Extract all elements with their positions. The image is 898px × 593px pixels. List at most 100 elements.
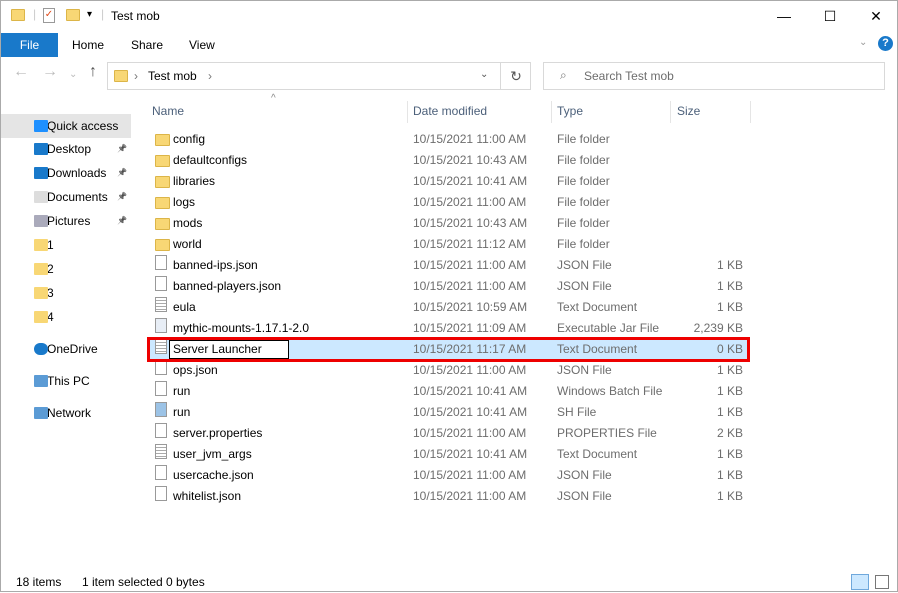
file-row[interactable]: world 10/15/2021 11:12 AM File folder — [147, 234, 747, 255]
file-name: world — [173, 237, 202, 251]
file-file-icon — [155, 486, 167, 501]
file-row[interactable]: whitelist.json 10/15/2021 11:00 AM JSON Fi… — [147, 486, 747, 507]
minimize-button[interactable]: — — [761, 1, 807, 33]
text-file-icon — [155, 297, 167, 312]
file-name: config — [173, 132, 206, 146]
file-row[interactable]: eula 10/15/2021 10:59 AM Text Document 1 KB — [147, 297, 747, 318]
column-header-type[interactable]: Type — [557, 101, 583, 121]
file-row[interactable]: mods 10/15/2021 10:43 AM File folder — [147, 213, 747, 234]
sidebar-item-this-pc[interactable]: This PC — [1, 369, 131, 393]
help-icon[interactable]: ? — [878, 36, 893, 51]
file-date: 10/15/2021 11:00 AM — [413, 132, 527, 146]
file-row[interactable]: defaultconfigs 10/15/2021 10:43 AM File fo… — [147, 150, 747, 171]
column-divider[interactable] — [407, 101, 408, 123]
sidebar-item-4[interactable]: 4 — [1, 305, 131, 329]
sidebar-item-1[interactable]: 1 — [1, 233, 131, 257]
sidebar-item-desktop[interactable]: Desktop 📌 — [1, 137, 131, 161]
sidebar-item-documents[interactable]: Documents 📌 — [1, 185, 131, 209]
file-date: 10/15/2021 10:43 AM — [413, 153, 528, 167]
file-size: 1 KB — [716, 279, 743, 293]
search-placeholder: Search Test mob — [584, 69, 674, 83]
search-input[interactable]: ⌕ Search Test mob — [543, 62, 885, 90]
file-size: 2 KB — [716, 426, 743, 440]
sidebar-item-3[interactable]: 3 — [1, 281, 131, 305]
address-bar[interactable]: › Test mob › ⌄ ↻ — [107, 62, 531, 90]
folder-icon — [114, 70, 128, 82]
tab-home[interactable]: Home — [72, 33, 104, 57]
pin-icon[interactable]: 📌 — [117, 209, 127, 233]
details-view-button[interactable] — [851, 574, 869, 590]
up-button[interactable]: ↑ — [89, 63, 97, 81]
sidebar-item-downloads[interactable]: Downloads 📌 — [1, 161, 131, 185]
new-folder-icon[interactable] — [66, 9, 80, 21]
sidebar-item-label: 3 — [47, 286, 54, 300]
file-row[interactable]: banned-players.json 10/15/2021 11:00 AM JS… — [147, 276, 747, 297]
large-icons-view-button[interactable] — [875, 575, 889, 589]
file-type: JSON File — [557, 279, 612, 293]
sidebar-item-label: Pictures — [47, 214, 91, 228]
file-type: File folder — [557, 216, 610, 230]
search-icon: ⌕ — [560, 68, 567, 82]
file-date: 10/15/2021 10:41 AM — [413, 447, 528, 461]
batch-file-icon — [155, 381, 167, 396]
pin-icon[interactable]: 📌 — [117, 137, 127, 161]
sidebar-item-pictures[interactable]: Pictures 📌 — [1, 209, 131, 233]
file-type: File folder — [557, 174, 610, 188]
sidebar-item-onedrive[interactable]: OneDrive — [1, 337, 131, 361]
tab-file[interactable]: File — [1, 33, 58, 57]
properties-icon[interactable]: ✓ — [43, 8, 55, 23]
sidebar-item-label: Network — [47, 406, 92, 420]
sidebar-item-label: This PC — [47, 374, 90, 388]
folder-icon — [34, 239, 48, 251]
file-row[interactable]: banned-ips.json 10/15/2021 11:00 AM JSON F… — [147, 255, 747, 276]
file-date: 10/15/2021 11:00 AM — [413, 468, 527, 482]
maximize-button[interactable]: ☐ — [807, 1, 853, 33]
pin-icon[interactable]: 📌 — [117, 185, 127, 209]
recent-locations-icon[interactable]: ⌄ — [69, 69, 77, 80]
file-row[interactable]: libraries 10/15/2021 10:41 AM File folder — [147, 171, 747, 192]
file-row[interactable]: server.properties 10/15/2021 11:00 AM PROP… — [147, 423, 747, 444]
file-row[interactable]: mythic-mounts-1.17.1-2.0 10/15/2021 11:09… — [147, 318, 747, 339]
address-dropdown-icon[interactable]: ⌄ — [480, 69, 488, 80]
sidebar-item-quick-access[interactable]: Quick access — [1, 114, 131, 138]
file-row[interactable]: run 10/15/2021 10:41 AM SH File 1 KB — [147, 402, 747, 423]
status-item-count: 18 items — [16, 575, 62, 589]
column-divider[interactable] — [670, 101, 671, 123]
forward-button[interactable]: → — [42, 63, 58, 81]
file-date: 10/15/2021 11:00 AM — [413, 258, 527, 272]
file-row[interactable]: config 10/15/2021 11:00 AM File folder — [147, 129, 747, 150]
close-button[interactable]: ✕ — [853, 1, 898, 33]
column-divider[interactable] — [750, 101, 751, 123]
window-title: Test mob — [111, 9, 160, 23]
file-date: 10/15/2021 10:43 AM — [413, 216, 528, 230]
pictures-icon — [34, 215, 48, 227]
file-row[interactable]: logs 10/15/2021 11:00 AM File folder — [147, 192, 747, 213]
refresh-button[interactable]: ↻ — [500, 63, 531, 89]
folder-icon — [155, 155, 170, 167]
file-size: 1 KB — [716, 468, 743, 482]
file-size: 1 KB — [716, 489, 743, 503]
sidebar-item-label: Documents — [47, 190, 108, 204]
column-header-size[interactable]: Size — [677, 101, 700, 121]
chevron-right-icon[interactable]: › — [208, 69, 212, 83]
file-row[interactable]: run 10/15/2021 10:41 AM Windows Batch File… — [147, 381, 747, 402]
sidebar-item-network[interactable]: Network — [1, 401, 131, 425]
file-name: banned-players.json — [173, 279, 282, 293]
tab-view[interactable]: View — [189, 33, 215, 57]
breadcrumb-test-mob[interactable]: Test mob — [148, 69, 197, 83]
column-divider[interactable] — [551, 101, 552, 123]
file-name: run — [173, 384, 191, 398]
file-row[interactable]: user_jvm_args 10/15/2021 10:41 AM Text Doc… — [147, 444, 747, 465]
folder-icon — [155, 134, 170, 146]
desktop-icon — [34, 143, 48, 155]
tab-share[interactable]: Share — [131, 33, 163, 57]
column-header-date[interactable]: Date modified — [413, 101, 487, 121]
file-row[interactable]: ops.json 10/15/2021 11:00 AM JSON File 1 KB — [147, 360, 747, 381]
pin-icon[interactable]: 📌 — [117, 161, 127, 185]
column-header-name[interactable]: Name — [152, 101, 184, 121]
expand-ribbon-icon[interactable]: ⌄ — [859, 37, 867, 48]
back-button[interactable]: ← — [13, 63, 29, 81]
file-row[interactable]: usercache.json 10/15/2021 11:00 AM JSON Fi… — [147, 465, 747, 486]
customize-toolbar-icon[interactable]: ▾ — [87, 9, 92, 20]
sidebar-item-2[interactable]: 2 — [1, 257, 131, 281]
